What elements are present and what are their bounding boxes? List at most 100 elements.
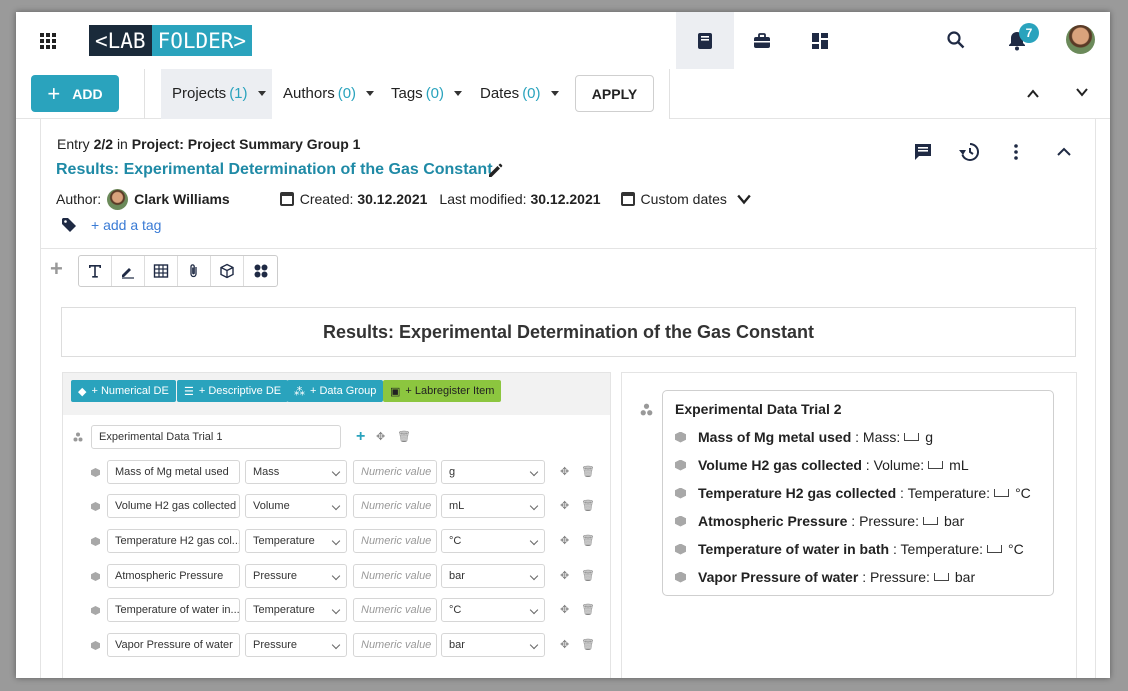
de-value-input[interactable]: Numeric value (353, 529, 437, 553)
trash-icon[interactable]: 🗑 (581, 569, 595, 582)
de-quantity-select[interactable]: Pressure (245, 633, 347, 657)
de-name-input[interactable]: Vapor Pressure of water (107, 633, 240, 657)
chevron-down-icon[interactable] (737, 192, 751, 206)
calendar-icon (620, 192, 635, 206)
trash-icon[interactable]: 🗑 (397, 430, 411, 443)
move-icon[interactable]: ✥ (376, 430, 385, 443)
file-element-button[interactable] (178, 256, 211, 286)
trash-icon[interactable]: 🗑 (581, 534, 595, 547)
search-icon[interactable] (946, 30, 966, 50)
data-group-row: Atmospheric Pressure : Pressure: bar (675, 513, 964, 529)
history-icon[interactable] (958, 141, 980, 163)
text-element-button[interactable] (79, 256, 112, 286)
numerical-de-icon (675, 543, 686, 555)
empty-value-field[interactable] (923, 517, 938, 525)
de-value-input[interactable]: Numeric value (353, 564, 437, 588)
de-unit-select[interactable]: bar (441, 564, 545, 588)
add-tag-link[interactable]: + add a tag (91, 217, 161, 233)
add-data-group-button[interactable]: ⁂ + Data Group (287, 380, 384, 402)
empty-value-field[interactable] (904, 433, 920, 441)
de-quantity-select[interactable]: Mass (245, 460, 347, 484)
entry-project[interactable]: Project: Project Summary Group 1 (132, 136, 361, 152)
de-value-input[interactable]: Numeric value (353, 494, 437, 518)
trash-icon[interactable]: 🗑 (581, 465, 595, 478)
empty-value-field[interactable] (928, 461, 944, 469)
sketch-element-button[interactable] (112, 256, 145, 286)
move-icon[interactable]: ✥ (560, 569, 569, 582)
filter-authors[interactable]: Authors (0) (283, 85, 375, 102)
de-quantity-select[interactable]: Volume (245, 494, 347, 518)
de-name-input[interactable]: Temperature H2 gas col... (107, 529, 240, 553)
de-quantity-select[interactable]: Temperature (245, 529, 347, 553)
empty-value-field[interactable] (987, 545, 1003, 553)
table-element-button[interactable] (145, 256, 178, 286)
de-unit-select[interactable]: mL (441, 494, 545, 518)
select-value: g (449, 466, 456, 478)
chevron-down-icon[interactable] (1076, 86, 1088, 98)
apps-grid-icon[interactable] (40, 33, 56, 49)
custom-dates-toggle[interactable]: Custom dates (641, 191, 727, 207)
more-options-icon[interactable] (1005, 141, 1027, 163)
add-to-group-icon[interactable]: + (356, 428, 365, 446)
chevron-up-icon[interactable] (1027, 88, 1039, 100)
author-name[interactable]: Clark Williams (134, 191, 230, 207)
move-icon[interactable]: ✥ (560, 603, 569, 616)
add-labregister-item-button[interactable]: ▣ + Labregister Item (383, 380, 502, 402)
comment-icon[interactable] (912, 141, 934, 163)
select-value: °C (449, 535, 462, 547)
dashboard-nav-button[interactable] (791, 12, 849, 69)
collapse-chevron-up-icon[interactable] (1053, 141, 1075, 163)
author-label: Author: (56, 191, 102, 207)
user-avatar[interactable] (1066, 25, 1095, 54)
entry-title[interactable]: Results: Experimental Determination of t… (56, 161, 493, 179)
filter-tags[interactable]: Tags (0) (391, 85, 463, 102)
empty-value-field[interactable] (994, 489, 1010, 497)
apps-element-button[interactable] (244, 256, 277, 286)
trash-icon[interactable]: 🗑 (581, 603, 595, 616)
add-button[interactable]: + ADD (31, 75, 119, 112)
add-descriptive-de-button[interactable]: ☰ + Descriptive DE (177, 380, 289, 402)
de-name-input[interactable]: Temperature of water in... (107, 598, 240, 622)
de-value-input[interactable]: Numeric value (353, 598, 437, 622)
notebook-nav-button[interactable] (676, 12, 734, 69)
chevron-down-icon (529, 501, 539, 511)
widgets-icon (254, 264, 267, 278)
apply-filters-button[interactable]: APPLY (575, 75, 654, 112)
move-icon[interactable]: ✥ (560, 499, 569, 512)
entry-meta: Entry 2/2 in Project: Project Summary Gr… (57, 136, 360, 152)
chip-label: + Labregister Item (405, 385, 495, 397)
de-quantity-select[interactable]: Pressure (245, 564, 347, 588)
add-numerical-de-button[interactable]: ◆ + Numerical DE (71, 380, 176, 402)
labfolder-logo[interactable]: <LAB FOLDER> (89, 25, 253, 56)
de-name-input[interactable]: Volume H2 gas collected (107, 494, 240, 518)
projects-nav-button[interactable] (733, 12, 791, 69)
filter-projects[interactable]: Projects (1) (172, 85, 266, 102)
toolbar-divider (669, 69, 670, 119)
de-unit-select[interactable]: °C (441, 598, 545, 622)
move-icon[interactable]: ✥ (560, 638, 569, 651)
chevron-down-icon (331, 605, 341, 615)
empty-value-field[interactable] (933, 573, 949, 581)
data-element-button[interactable] (211, 256, 244, 286)
de-name-input[interactable]: Atmospheric Pressure (107, 564, 240, 588)
de-value-input[interactable]: Numeric value (353, 633, 437, 657)
de-quantity-select[interactable]: Temperature (245, 598, 347, 622)
trash-icon[interactable]: 🗑 (581, 638, 595, 651)
numerical-de-icon (91, 468, 100, 477)
de-name-input[interactable]: Mass of Mg metal used (107, 460, 240, 484)
edit-pencil-icon[interactable] (487, 161, 505, 179)
filter-label: Projects (172, 85, 227, 102)
de-unit-select[interactable]: g (441, 460, 545, 484)
trash-icon[interactable]: 🗑 (581, 499, 595, 512)
de-value-input[interactable]: Numeric value (353, 460, 437, 484)
move-icon[interactable]: ✥ (560, 534, 569, 547)
add-element-plus-icon[interactable]: + (50, 256, 63, 282)
de-unit-select[interactable]: °C (441, 529, 545, 553)
group-name-input[interactable]: Experimental Data Trial 1 (91, 425, 341, 449)
plus-icon: + (47, 80, 61, 106)
de-unit-select[interactable]: bar (441, 633, 545, 657)
text-element[interactable]: Results: Experimental Determination of t… (61, 307, 1076, 357)
filter-dates[interactable]: Dates (0) (480, 85, 559, 102)
notification-count-badge[interactable]: 7 (1019, 23, 1039, 43)
move-icon[interactable]: ✥ (560, 465, 569, 478)
